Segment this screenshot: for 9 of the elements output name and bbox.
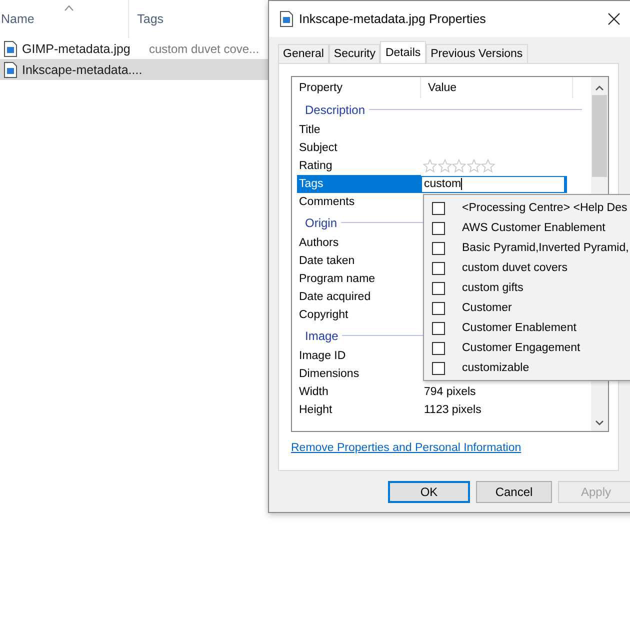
file-name: GIMP-metadata.jpg — [22, 42, 132, 56]
file-tags: custom duvet cove... — [149, 42, 260, 56]
group-heading: Image — [305, 328, 338, 342]
window-title: Inkscape-metadata.jpg Properties — [299, 12, 486, 26]
group-heading: Description — [305, 102, 366, 116]
file-name: Inkscape-metadata.... — [22, 62, 144, 76]
property-value: 1123 pixels — [423, 404, 482, 416]
group-heading: Origin — [305, 216, 338, 230]
property-value: 794 pixels — [423, 386, 476, 398]
